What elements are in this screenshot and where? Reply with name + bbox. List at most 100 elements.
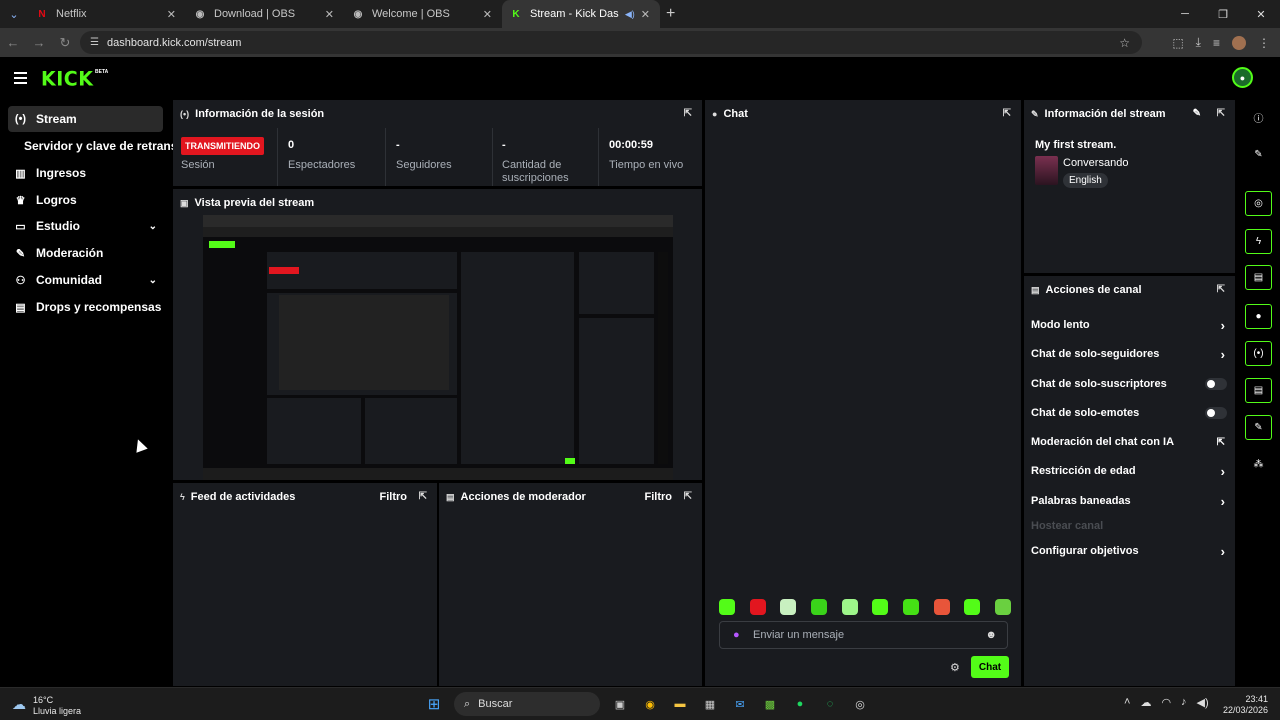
chevron-down-icon[interactable]: ⌄ (149, 275, 157, 286)
volume-icon[interactable]: ◀) (1197, 696, 1209, 709)
log-icon[interactable]: ▤ (1245, 265, 1272, 290)
emote-icon[interactable] (902, 599, 919, 615)
extensions-icon[interactable]: ⬚ (1172, 36, 1183, 50)
weather-widget[interactable]: 16°C Lluvia ligera (33, 695, 81, 717)
filter-button[interactable]: Filtro (380, 491, 408, 503)
emote-icon[interactable] (933, 599, 950, 615)
action-banned-words[interactable]: Palabras baneadas › (1031, 491, 1229, 511)
sidebar-item-comunidad[interactable]: ⚇ Comunidad ⌄ (8, 267, 163, 293)
action-age-restriction[interactable]: Restricción de edad › (1031, 461, 1229, 481)
kick-logo[interactable]: KICK (41, 67, 93, 90)
stream-preview-video[interactable] (203, 215, 673, 480)
broadcast-icon[interactable]: (•) (1245, 341, 1272, 366)
chat-icon[interactable]: ● (1245, 304, 1272, 329)
chat-message-input[interactable]: ● Enviar un mensaje ☻ (719, 621, 1008, 649)
close-tab-icon[interactable]: ✕ (325, 8, 334, 21)
action-slow-mode[interactable]: Modo lento › (1031, 315, 1229, 335)
whatsapp-icon[interactable]: ◌ (820, 694, 840, 714)
sidebar-item-server-key[interactable]: Servidor y clave de retransmisión (8, 133, 173, 159)
mail-icon[interactable]: ✉ (730, 694, 750, 714)
chevron-up-icon[interactable]: ˄ (1124, 696, 1130, 709)
action-ai-moderation[interactable]: Moderación del chat con IA ⇱ (1031, 432, 1229, 452)
chrome-icon[interactable]: ◉ (640, 694, 660, 714)
weather-icon[interactable]: ☁ (12, 696, 26, 713)
close-tab-icon[interactable]: ✕ (641, 8, 650, 21)
emote-icon[interactable] (719, 599, 735, 615)
channel-actions-icon[interactable]: ▤ (1245, 378, 1272, 403)
speaker-icon[interactable]: ◀) (625, 9, 635, 20)
chat-send-button[interactable]: Chat (971, 656, 1009, 678)
forward-icon[interactable]: → (26, 28, 52, 57)
tab-welcome-obs[interactable]: ◉ Welcome | OBS ✕ (344, 0, 502, 28)
popout-icon[interactable]: ⇱ (419, 491, 427, 502)
store-icon[interactable]: ▦ (700, 694, 720, 714)
back-icon[interactable]: ← (0, 28, 26, 57)
mic-icon[interactable]: ♪ (1181, 696, 1187, 709)
emote-icon[interactable] (810, 599, 827, 615)
new-tab-icon[interactable]: + (666, 5, 675, 23)
wrench-icon[interactable]: ✎ (1245, 415, 1272, 440)
close-window-icon[interactable]: ✕ (1242, 0, 1280, 28)
wifi-icon[interactable]: ◠ (1161, 696, 1171, 709)
bookmark-star-icon[interactable]: ☆ (1119, 36, 1130, 50)
action-configure-goals[interactable]: Configurar objetivos › (1031, 541, 1229, 561)
minimize-icon[interactable]: ─ (1166, 0, 1204, 28)
chevron-down-icon[interactable]: ⌄ (149, 221, 157, 232)
emote-icon[interactable] (964, 599, 981, 615)
emoji-icon[interactable]: ☻ (985, 629, 997, 641)
tab-kick-dashboard[interactable]: K Stream - Kick Dashboard ◀) ✕ (502, 0, 660, 28)
close-tab-icon[interactable]: ✕ (483, 8, 492, 21)
tab-search-icon[interactable]: ⌄ (0, 0, 28, 28)
maximize-icon[interactable]: ❐ (1204, 0, 1242, 28)
emote-icon[interactable] (749, 599, 766, 615)
sidebar-item-logros[interactable]: ♛ Logros (8, 187, 163, 213)
sidebar-item-drops[interactable]: ▤ Drops y recompensas (8, 294, 163, 320)
emote-icon[interactable] (841, 599, 858, 615)
reload-icon[interactable]: ↻ (52, 28, 78, 57)
file-explorer-icon[interactable]: ▬ (670, 694, 690, 714)
emote-icon[interactable] (872, 599, 889, 615)
emote-icon[interactable] (780, 599, 797, 615)
sidebar-item-ingresos[interactable]: ▥ Ingresos (8, 160, 163, 186)
spotify-icon[interactable]: ● (790, 694, 810, 714)
popout-icon[interactable]: ⇱ (684, 108, 692, 119)
sidebar-item-moderacion[interactable]: ✎ Moderación (8, 240, 163, 266)
task-view-icon[interactable]: ▣ (610, 694, 630, 714)
subscribers-only-toggle[interactable] (1205, 378, 1227, 390)
edit-pencil-icon[interactable]: ✎ (1193, 108, 1201, 119)
taskbar-clock[interactable]: 23:41 22/03/2026 (1223, 694, 1268, 716)
popout-icon[interactable]: ⇱ (1217, 108, 1225, 119)
tab-download-obs[interactable]: ◉ Download | OBS ✕ (186, 0, 344, 28)
sidebar-item-stream[interactable]: (•) Stream (8, 106, 163, 132)
popout-icon[interactable]: ⇱ (1217, 284, 1225, 295)
close-tab-icon[interactable]: ✕ (167, 8, 176, 21)
user-avatar[interactable]: ● (1232, 67, 1253, 88)
tab-netflix[interactable]: N Netflix ✕ (28, 0, 186, 28)
microphone-icon[interactable]: ● (733, 629, 740, 641)
taskbar-search[interactable]: ⌕ Buscar (454, 692, 600, 716)
site-info-icon[interactable]: ☰ (90, 37, 99, 48)
edit-pencil-icon[interactable]: ✎ (1245, 142, 1272, 167)
url-input[interactable]: ☰ dashboard.kick.com/stream ☆ (80, 31, 1142, 54)
info-icon[interactable]: ⓘ (1245, 105, 1272, 130)
emotes-only-toggle[interactable] (1205, 407, 1227, 419)
windows-start-icon[interactable]: ⊞ (424, 694, 444, 714)
cloud-icon[interactable]: ☁ (1140, 696, 1151, 709)
layout-icon[interactable]: ⁂ (1245, 452, 1272, 477)
download-icon[interactable]: ⤓ (1196, 35, 1201, 50)
emote-icon[interactable] (994, 599, 1011, 615)
action-followers-only[interactable]: Chat de solo-seguidores › (1031, 344, 1229, 364)
popout-icon[interactable]: ⇱ (1003, 108, 1011, 119)
bolt-icon[interactable]: ϟ (1245, 229, 1272, 254)
popout-icon[interactable]: ⇱ (684, 491, 692, 502)
sidebar-item-estudio[interactable]: ▭ Estudio ⌄ (8, 213, 163, 239)
reading-list-icon[interactable]: ≡ (1213, 36, 1220, 50)
minecraft-icon[interactable]: ▩ (760, 694, 780, 714)
preview-toggle-icon[interactable]: ◎ (1245, 191, 1272, 216)
hamburger-menu-icon[interactable] (14, 72, 27, 87)
profile-avatar[interactable] (1232, 35, 1246, 50)
filter-button[interactable]: Filtro (645, 491, 673, 503)
obs-icon[interactable]: ◎ (850, 694, 870, 714)
gear-icon[interactable]: ⚙ (950, 661, 960, 674)
menu-icon[interactable]: ⋮ (1258, 36, 1270, 50)
